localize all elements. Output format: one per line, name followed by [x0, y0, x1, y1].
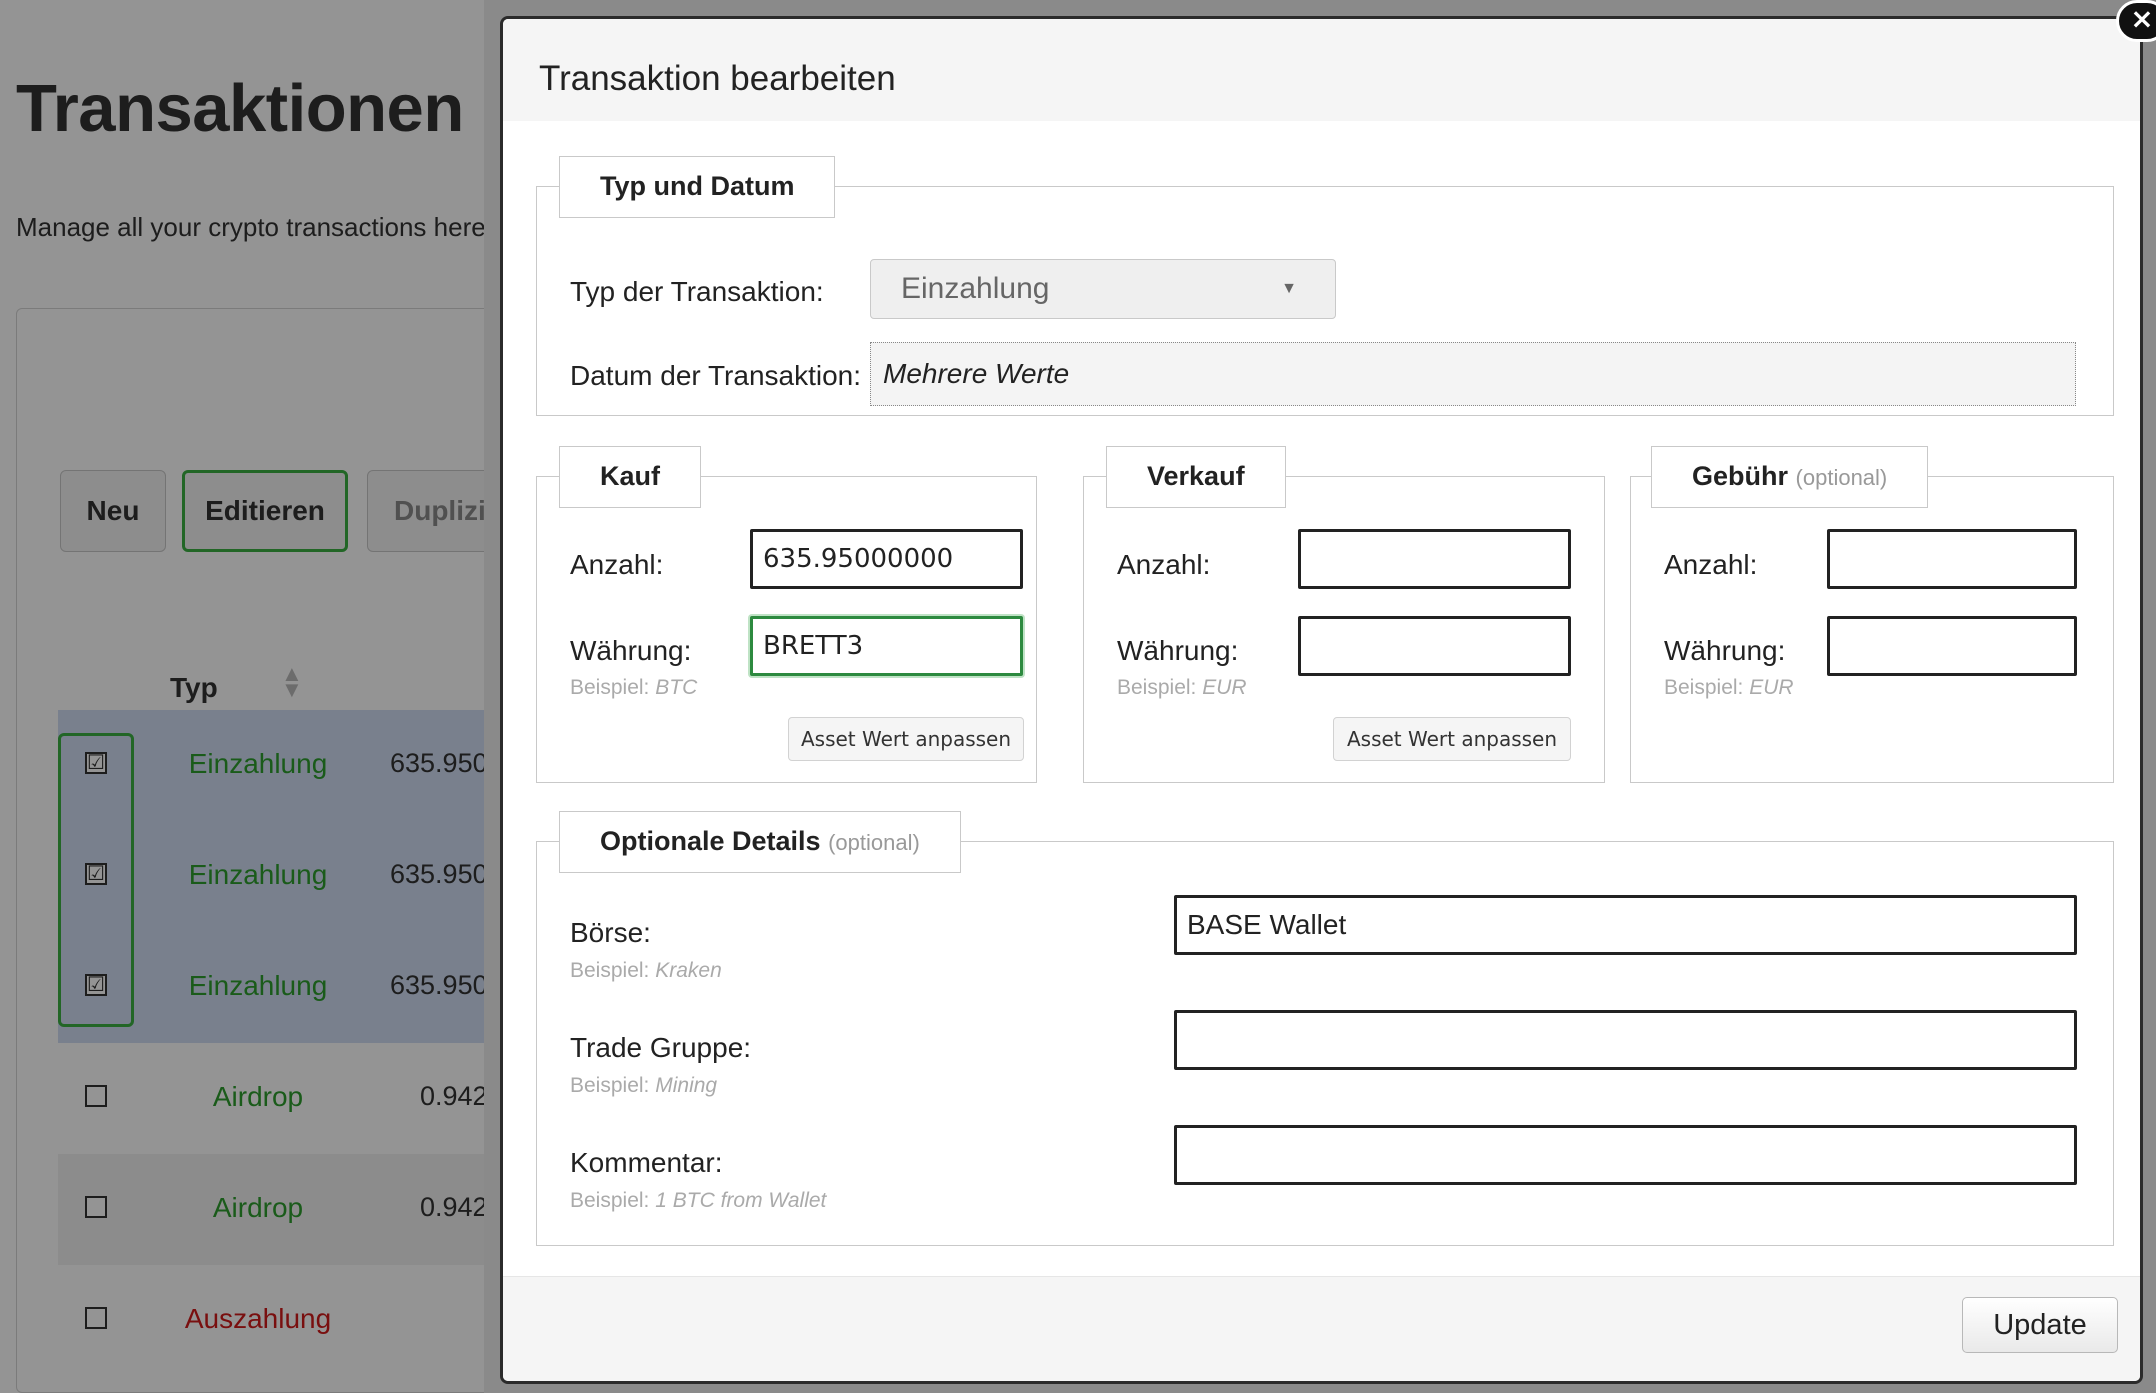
trade-group-input[interactable]	[1174, 1010, 2077, 1070]
comment-label: Kommentar:	[570, 1147, 723, 1178]
hint-prefix: Beispiel:	[570, 676, 650, 699]
sell-amount-label: Anzahl:	[1117, 549, 1211, 580]
fieldset-sell: Verkauf Anzahl: Währung: Beispiel: EUR A…	[1083, 446, 1605, 783]
hint-example: Mining	[655, 1074, 718, 1097]
buy-currency-input[interactable]	[750, 616, 1023, 676]
buy-amount-input[interactable]	[750, 529, 1023, 589]
hint-example: BTC	[655, 676, 698, 699]
type-select-value: Einzahlung	[901, 272, 1050, 305]
buy-amount-label: Anzahl:	[570, 549, 664, 580]
hint-prefix: Beispiel:	[1664, 676, 1744, 699]
modal-footer: Update	[503, 1276, 2140, 1381]
buy-currency-label: Währung:	[570, 635, 692, 666]
fieldset-fee: Gebühr (optional) Anzahl: Währung: Beisp…	[1630, 446, 2114, 783]
legend-fee-title: Gebühr	[1692, 461, 1789, 491]
legend-type-date: Typ und Datum	[559, 156, 836, 218]
fee-amount-label: Anzahl:	[1664, 549, 1758, 580]
buy-asset-value-button[interactable]: Asset Wert anpassen	[788, 717, 1024, 761]
type-label: Typ der Transaktion:	[570, 276, 824, 307]
close-icon[interactable]: ×	[2116, 0, 2156, 42]
modal-title: Transaktion bearbeiten	[539, 59, 896, 98]
hint-prefix: Beispiel:	[570, 1074, 650, 1097]
sell-currency-label: Währung:	[1117, 635, 1239, 666]
hint-prefix: Beispiel:	[1117, 676, 1197, 699]
hint-example: EUR	[1749, 676, 1794, 699]
comment-hint: Beispiel: 1 BTC from Wallet	[570, 1189, 826, 1213]
fee-currency-label: Währung:	[1664, 635, 1786, 666]
modal-header: Transaktion bearbeiten	[503, 19, 2140, 121]
hint-example: 1 BTC from Wallet	[655, 1189, 827, 1212]
hint-prefix: Beispiel:	[570, 959, 650, 982]
buy-currency-hint: Beispiel: BTC	[570, 676, 697, 700]
legend-details: Optionale Details (optional)	[559, 811, 961, 873]
trade-group-hint: Beispiel: Mining	[570, 1074, 717, 1098]
date-label: Datum der Transaktion:	[570, 360, 862, 391]
caret-down-icon: ▼	[1281, 280, 1297, 297]
legend-fee: Gebühr (optional)	[1651, 446, 1929, 508]
date-field[interactable]: Mehrere Werte	[870, 342, 2076, 406]
sell-amount-input[interactable]	[1298, 529, 1571, 589]
sell-currency-input[interactable]	[1298, 616, 1571, 676]
sell-asset-value-button[interactable]: Asset Wert anpassen	[1333, 717, 1571, 761]
exchange-label: Börse:	[570, 917, 651, 948]
fee-currency-input[interactable]	[1827, 616, 2077, 676]
exchange-hint: Beispiel: Kraken	[570, 959, 722, 983]
hint-example: Kraken	[655, 959, 722, 982]
fieldset-details: Optionale Details (optional) Börse: Beis…	[536, 811, 2114, 1246]
legend-fee-optional: (optional)	[1795, 465, 1888, 490]
update-button[interactable]: Update	[1962, 1297, 2118, 1353]
legend-sell: Verkauf	[1106, 446, 1286, 508]
hint-example: EUR	[1202, 676, 1247, 699]
fee-currency-hint: Beispiel: EUR	[1664, 676, 1794, 700]
comment-input[interactable]	[1174, 1125, 2077, 1185]
legend-details-optional: (optional)	[828, 830, 920, 855]
trade-group-label: Trade Gruppe:	[570, 1032, 752, 1063]
hint-prefix: Beispiel:	[570, 1189, 650, 1212]
fieldset-type-date: Typ und Datum Typ der Transaktion: Einza…	[536, 156, 2114, 416]
fee-amount-input[interactable]	[1827, 529, 2077, 589]
exchange-input[interactable]	[1174, 895, 2077, 955]
fieldset-buy: Kauf Anzahl: Währung: Beispiel: BTC Asse…	[536, 446, 1037, 783]
sell-currency-hint: Beispiel: EUR	[1117, 676, 1247, 700]
edit-transaction-dialog: Transaktion bearbeiten Typ und Datum Typ…	[500, 16, 2143, 1384]
type-select[interactable]: Einzahlung ▼	[870, 259, 1336, 319]
legend-buy: Kauf	[559, 446, 701, 508]
legend-details-title: Optionale Details	[600, 826, 821, 856]
